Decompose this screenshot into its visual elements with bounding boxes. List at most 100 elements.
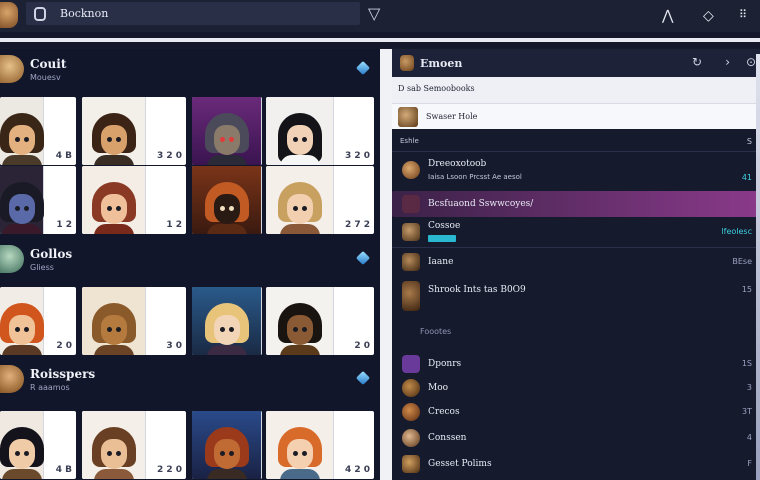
list-item-value: F (747, 459, 752, 468)
character-card[interactable]: 3 2 0 (82, 97, 186, 165)
list-item-label: Moo (428, 383, 449, 393)
right-panel-title: Emoen (420, 57, 463, 70)
section-title: Roisspers (30, 367, 96, 381)
list-item-label: Iaane (428, 257, 454, 267)
card-count: 4 B (55, 151, 72, 161)
chevron-down-icon[interactable]: ▽ (368, 4, 380, 23)
character-card[interactable]: 3 2 0 (266, 97, 374, 165)
app-logo[interactable] (0, 2, 18, 28)
selected-item-label: Swaser Hole (426, 112, 478, 121)
character-card[interactable]: 4 B (0, 97, 76, 165)
character-card[interactable]: 2 0 (0, 287, 76, 355)
info-bar-text: D sab Semoobooks (398, 84, 475, 93)
list-item-label: Shrook Ints tas B0O9 (428, 285, 526, 295)
top-bar: Bocknon ▽ ⋀ ◇ ⠿ (0, 0, 760, 32)
character-card[interactable] (192, 97, 262, 165)
section-subtitle: R aaamos (30, 383, 70, 392)
character-card[interactable]: 1 2 (82, 166, 186, 234)
list-item-label: Crecos (428, 407, 460, 417)
list-item-value: lfeolesc (721, 227, 752, 236)
list-item[interactable]: Dreeoxotoob Iaisa Lsoon Prcsst Ae aesol … (392, 155, 760, 187)
list-item-value: 15 (741, 285, 752, 294)
list-panel: Eshle S Dreeoxotoob Iaisa Lsoon Prcsst A… (392, 129, 760, 480)
settings-icon[interactable]: ⊙ (746, 55, 756, 69)
card-count: 1 2 (166, 220, 182, 230)
list-item-sub: Iaisa Lsoon Prcsst Ae aesol (428, 173, 522, 181)
section-title: Couit (30, 57, 67, 71)
character-card[interactable]: 4 B (0, 411, 76, 479)
diamond-icon[interactable]: ◇ (703, 8, 714, 24)
list-item-label: Gesset Polims (428, 459, 492, 469)
section-header-roisspers[interactable]: Roisspers R aaamos (0, 359, 380, 399)
list-item-value: BEse (732, 257, 752, 266)
list-item[interactable]: Iaane BEse (392, 249, 760, 275)
character-card[interactable]: 2 0 (266, 287, 374, 355)
character-card[interactable]: 3 0 (82, 287, 186, 355)
card-count: 2 7 2 (344, 220, 370, 230)
card-count: 2 0 (354, 341, 370, 351)
section-header-gollos[interactable]: Gollos Gliess (0, 239, 380, 279)
search-input[interactable]: Bocknon (26, 2, 360, 25)
section-avatar (0, 365, 24, 393)
item-avatar (402, 403, 420, 421)
list-item-label: Dponrs (428, 359, 462, 369)
section-subtitle: Gliess (30, 263, 54, 272)
card-count: 4 B (55, 465, 72, 475)
selected-item[interactable]: Swaser Hole (392, 103, 760, 129)
list-item[interactable]: Crecos 3T (392, 399, 760, 425)
section-avatar (0, 245, 24, 273)
list-item-label: Conssen (428, 433, 467, 443)
list-item-value: 3T (742, 407, 752, 416)
item-avatar (402, 253, 420, 271)
character-card[interactable]: 4 2 0 (266, 411, 374, 479)
activity-icon[interactable]: ⋀ (662, 8, 673, 24)
list-group-label: Foootes (420, 327, 452, 336)
status-badge (428, 235, 456, 242)
character-card[interactable] (192, 166, 262, 234)
section-title: Gollos (30, 247, 73, 261)
gem-icon (355, 60, 371, 76)
card-count: 2 2 0 (156, 465, 182, 475)
list-item[interactable]: Dponrs 1S (392, 351, 760, 377)
card-count: 3 2 0 (344, 151, 370, 161)
grid-icon[interactable]: ⠿ (739, 8, 747, 21)
chevron-right-icon[interactable]: › (725, 55, 730, 69)
list-item-label: Dreeoxotoob (428, 159, 487, 169)
right-panel-header: Emoen ↻ › ⊙ (392, 49, 760, 77)
character-card[interactable] (192, 411, 262, 479)
list-item[interactable]: Conssen 4 (392, 425, 760, 451)
list-item-value: 1S (741, 359, 752, 368)
header-avatar (400, 55, 414, 71)
section-header-couit[interactable]: Couit Mouesv (0, 49, 380, 89)
character-card[interactable]: 2 2 0 (82, 411, 186, 479)
left-panel: Couit Mouesv 4 B 3 2 0 3 2 0 1 2 1 2 2 7… (0, 49, 380, 480)
list-item[interactable]: Cossoe lfeolesc (392, 219, 760, 245)
scrollbar[interactable] (756, 54, 760, 480)
list-item[interactable]: Shrook Ints tas B0O9 15 (392, 277, 760, 317)
panel-divider (380, 49, 392, 480)
gem-icon (355, 370, 371, 386)
card-count: 3 0 (166, 341, 182, 351)
refresh-icon[interactable]: ↻ (692, 55, 702, 69)
gem-icon (355, 250, 371, 266)
item-avatar (402, 161, 420, 179)
list-section-label: Eshle (400, 137, 419, 145)
list-section-count: S (746, 137, 752, 146)
card-count: 4 2 0 (344, 465, 370, 475)
list-item-highlighted[interactable]: Bcsfuaond Sswwcoyes/ (392, 191, 760, 217)
item-avatar (402, 355, 420, 373)
section-subtitle: Mouesv (30, 73, 61, 82)
list-item[interactable]: Moo 3 (392, 375, 760, 401)
info-bar: D sab Semoobooks (392, 77, 760, 103)
character-card[interactable]: 2 7 2 (266, 166, 374, 234)
divider (0, 38, 760, 42)
character-card[interactable] (192, 287, 262, 355)
character-card[interactable]: 1 2 (0, 166, 76, 234)
item-avatar (398, 107, 418, 127)
list-item-label: Bcsfuaond Sswwcoyes/ (428, 199, 534, 209)
list-item[interactable]: Gesset Polims F (392, 451, 760, 477)
search-text: Bocknon (60, 7, 109, 20)
item-avatar (402, 429, 420, 447)
list-item-value: 4 (746, 433, 752, 442)
card-count: 3 2 0 (156, 151, 182, 161)
